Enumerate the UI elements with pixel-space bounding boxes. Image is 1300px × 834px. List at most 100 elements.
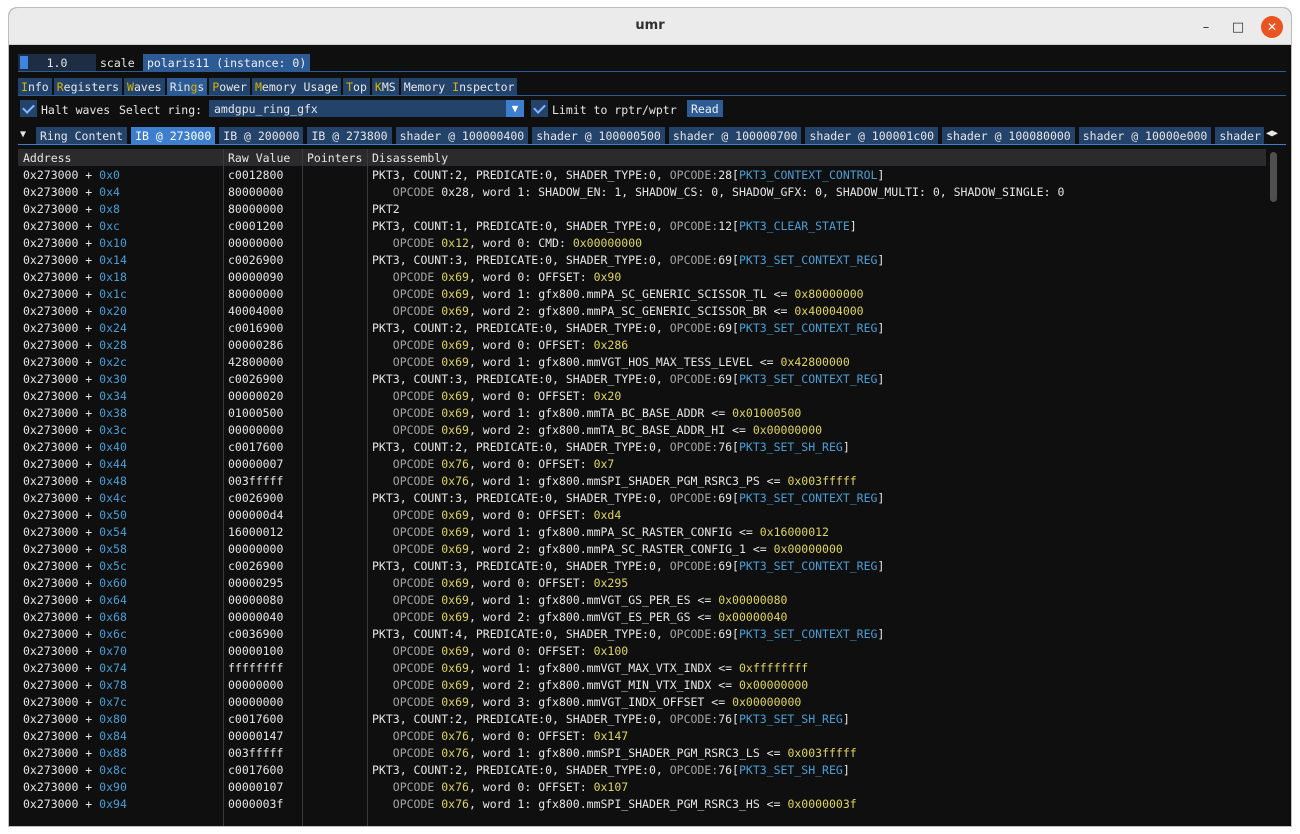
table-row[interactable]: 0x273000 + 0x5c c0026900 PKT3, COUNT:3, PR… xyxy=(18,557,1266,574)
table-row[interactable]: 0x273000 + 0x8c c0017600 PKT3, COUNT:2, PR… xyxy=(18,761,1266,778)
scale-label: scale xyxy=(100,56,135,70)
table-row[interactable]: 0x273000 + 0x8 80000000 PKT2 xyxy=(18,200,1266,217)
table-row[interactable]: 0x273000 + 0x6c c0036900 PKT3, COUNT:4, PR… xyxy=(18,625,1266,642)
maximize-icon[interactable]: □ xyxy=(1227,16,1249,38)
table-row[interactable]: 0x273000 + 0x18 00000090 OPCODE 0x69, wor… xyxy=(18,268,1266,285)
tab-waves[interactable]: Waves xyxy=(124,78,165,95)
chevron-down-icon[interactable]: ▼ xyxy=(506,100,524,117)
table-row[interactable]: 0x273000 + 0x70 00000100 OPCODE 0x69, wor… xyxy=(18,642,1266,659)
table-row[interactable]: 0x273000 + 0x30 c0026900 PKT3, COUNT:3, PR… xyxy=(18,370,1266,387)
tab-power[interactable]: Power xyxy=(209,78,250,95)
table-row[interactable]: 0x273000 + 0x44 00000007 OPCODE 0x76, wor… xyxy=(18,455,1266,472)
table-row[interactable]: 0x273000 + 0x48 003fffff OPCODE 0x76, wor… xyxy=(18,472,1266,489)
tab-ib-5[interactable]: shader @ 100000500 xyxy=(532,127,665,144)
disassembly-cell: OPCODE 0x69, word 0: OFFSET: 0x20 xyxy=(372,389,622,403)
scrollbar-thumb[interactable] xyxy=(1270,152,1277,202)
close-icon[interactable]: ✕ xyxy=(1261,16,1283,38)
disasm-token: ] xyxy=(849,219,857,233)
table-row[interactable]: 0x273000 + 0x60 00000295 OPCODE 0x69, wor… xyxy=(18,574,1266,591)
table-row[interactable]: 0x273000 + 0x40 c0017600 PKT3, COUNT:2, PR… xyxy=(18,438,1266,455)
address-offset: 0x10 xyxy=(99,236,127,250)
table-row[interactable]: 0x273000 + 0x78 00000000 OPCODE 0x69, wor… xyxy=(18,676,1266,693)
address-offset: 0x78 xyxy=(99,678,127,692)
table-row[interactable]: 0x273000 + 0x64 00000080 OPCODE 0x69, wor… xyxy=(18,591,1266,608)
table-row[interactable]: 0x273000 + 0x34 00000020 OPCODE 0x69, wor… xyxy=(18,387,1266,404)
scale-slider[interactable]: 1.0 xyxy=(18,54,96,71)
main-content: 1.0 scale polaris11 (instance: 0) Info Re… xyxy=(9,45,1291,826)
disasm-token: OPCODE xyxy=(372,746,442,760)
limit-rptr-label: Limit to rptr/wptr xyxy=(552,103,677,117)
table-row[interactable]: 0x273000 + 0x7c 00000000 OPCODE 0x69, wor… xyxy=(18,693,1266,710)
raw-value-cell: 42800000 xyxy=(228,355,284,369)
tab-ib-0[interactable]: Ring Content xyxy=(36,127,128,144)
table-row[interactable]: 0x273000 + 0x38 01000500 OPCODE 0x69, wor… xyxy=(18,404,1266,421)
table-row[interactable]: 0x273000 + 0x1c 80000000 OPCODE 0x69, wor… xyxy=(18,285,1266,302)
tab-memory-usage[interactable]: Memory Usage xyxy=(251,78,342,95)
table-row[interactable]: 0x273000 + 0xc c0001200 PKT3, COUNT:1, PRE… xyxy=(18,217,1266,234)
table-row[interactable]: 0x273000 + 0x54 16000012 OPCODE 0x69, wor… xyxy=(18,523,1266,540)
disassembly-cell: OPCODE 0x69, word 2: gfx800.mmVGT_MIN_VT… xyxy=(372,678,808,692)
tab-scroll-arrows-icon[interactable]: ◀▶ xyxy=(1266,128,1278,139)
table-row[interactable]: 0x273000 + 0x84 00000147 OPCODE 0x76, wor… xyxy=(18,727,1266,744)
address-cell: 0x273000 + 0x8 xyxy=(23,202,120,216)
table-row[interactable]: 0x273000 + 0x74 ffffffff OPCODE 0x69, wor… xyxy=(18,659,1266,676)
tab-hotkey: R xyxy=(56,80,64,94)
read-button[interactable]: Read xyxy=(687,100,723,117)
disasm-token: , word 0: OFFSET: xyxy=(468,270,594,284)
tab-ib-4[interactable]: shader @ 100000400 xyxy=(395,127,529,144)
tab-ib-8[interactable]: shader @ 100080000 xyxy=(942,127,1075,144)
table-row[interactable]: 0x273000 + 0x20 40004000 OPCODE 0x69, wor… xyxy=(18,302,1266,319)
table-row[interactable]: 0x273000 + 0x50 000000d4 OPCODE 0x69, wor… xyxy=(18,506,1266,523)
header-raw-value[interactable]: Raw Value xyxy=(228,151,290,165)
table-row[interactable]: 0x273000 + 0x2c 42800000 OPCODE 0x69, wor… xyxy=(18,353,1266,370)
tab-info[interactable]: Info xyxy=(18,78,52,95)
table-row[interactable]: 0x273000 + 0x80 c0017600 PKT3, COUNT:2, PR… xyxy=(18,710,1266,727)
tab-memory-inspector[interactable]: Memory Inspector xyxy=(400,78,518,95)
table-row[interactable]: 0x273000 + 0x94 0000003f OPCODE 0x76, wor… xyxy=(18,795,1266,812)
table-row[interactable]: 0x273000 + 0x90 00000107 OPCODE 0x76, wor… xyxy=(18,778,1266,795)
table-row[interactable]: 0x273000 + 0x88 003fffff OPCODE 0x76, wor… xyxy=(18,744,1266,761)
table-row[interactable]: 0x273000 + 0x68 00000040 OPCODE 0x69, wor… xyxy=(18,608,1266,625)
raw-value-cell: c0001200 xyxy=(228,219,284,233)
tab-rings[interactable]: Rings xyxy=(166,78,208,95)
table-row[interactable]: 0x273000 + 0x24 c0016900 PKT3, COUNT:2, PR… xyxy=(18,319,1266,336)
tab-device[interactable]: polaris11 (instance: 0) xyxy=(143,54,311,71)
header-address[interactable]: Address xyxy=(23,151,71,165)
ib-tab-bar: Ring Content IB @ 273000 IB @ 200000 IB @ 2… xyxy=(36,127,1264,144)
ring-select[interactable]: amdgpu_ring_gfx ▼ xyxy=(209,100,524,117)
table-row[interactable]: 0x273000 + 0x4c c0026900 PKT3, COUNT:3, PR… xyxy=(18,489,1266,506)
address-cell: 0x273000 + 0x34 xyxy=(23,389,127,403)
disassembly-cell: OPCODE 0x69, word 0: OFFSET: 0x286 xyxy=(372,338,628,352)
table-row[interactable]: 0x273000 + 0x14 c0026900 PKT3, COUNT:3, PR… xyxy=(18,251,1266,268)
table-row[interactable]: 0x273000 + 0x10 00000000 OPCODE 0x12, wor… xyxy=(18,234,1266,251)
vertical-scrollbar[interactable] xyxy=(1266,149,1280,826)
collapse-arrow-icon[interactable]: ▼ xyxy=(20,129,26,140)
limit-rptr-checkbox[interactable] xyxy=(531,100,548,117)
raw-value-cell: 00000000 xyxy=(228,542,284,556)
disassembly-cell: OPCODE 0x69, word 1: gfx800.mmVGT_MAX_VT… xyxy=(372,661,808,675)
tab-ib-10[interactable]: shader @ 100000600 xyxy=(1215,127,1264,144)
address-base: 0x273000 + xyxy=(23,508,100,522)
tab-ib-3[interactable]: IB @ 273800 xyxy=(307,127,392,144)
tab-registers[interactable]: Registers xyxy=(53,78,123,95)
table-row[interactable]: 0x273000 + 0x0 c0012800 PKT3, COUNT:2, PRE… xyxy=(18,166,1266,183)
disasm-token: OPCODE xyxy=(372,389,442,403)
tab-ib-1[interactable]: IB @ 273000 xyxy=(131,127,216,144)
tab-ib-2[interactable]: IB @ 200000 xyxy=(219,127,304,144)
disasm-token: OPCODE xyxy=(372,474,442,488)
tab-ib-7[interactable]: shader @ 100001c00 xyxy=(805,127,939,144)
halt-waves-checkbox[interactable] xyxy=(20,100,37,117)
header-pointers[interactable]: Pointers xyxy=(307,151,362,165)
table-row[interactable]: 0x273000 + 0x58 00000000 OPCODE 0x69, wor… xyxy=(18,540,1266,557)
table-row[interactable]: 0x273000 + 0x28 00000286 OPCODE 0x69, wor… xyxy=(18,336,1266,353)
minimize-icon[interactable]: – xyxy=(1195,16,1217,38)
table-row[interactable]: 0x273000 + 0x3c 00000000 OPCODE 0x69, wor… xyxy=(18,421,1266,438)
tab-ib-6[interactable]: shader @ 100000700 xyxy=(668,127,802,144)
tab-top[interactable]: Top xyxy=(343,78,370,95)
address-offset: 0x3c xyxy=(99,423,127,437)
table-row[interactable]: 0x273000 + 0x4 80000000 OPCODE 0x28, word… xyxy=(18,183,1266,200)
tab-ib-9[interactable]: shader @ 10000e000 xyxy=(1078,127,1212,144)
header-disassembly[interactable]: Disassembly xyxy=(372,151,448,165)
disassembly-cell: PKT3, COUNT:2, PREDICATE:0, SHADER_TYPE:… xyxy=(372,763,850,777)
tab-kms[interactable]: KMS xyxy=(371,78,399,95)
